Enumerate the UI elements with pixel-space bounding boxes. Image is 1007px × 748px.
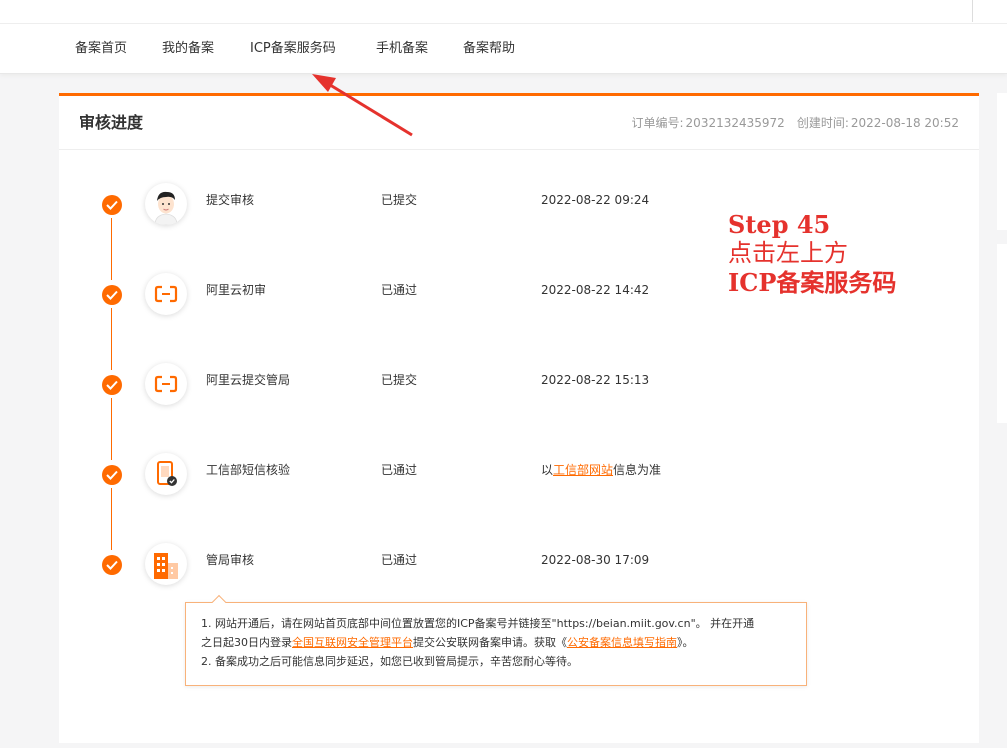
check-circle-icon — [102, 465, 122, 485]
timeline-step: 阿里云提交管局 已提交 2022-08-22 15:13 — [59, 359, 979, 409]
notice-line-3: 2. 备案成功之后可能信息同步延迟，如您已收到管局提示，辛苦您耐心等待。 — [201, 655, 578, 668]
step-time: 2022-08-22 14:42 — [541, 283, 650, 297]
notice-text: 之日起30日内登录 — [201, 636, 292, 649]
step-status: 已提交 — [381, 193, 418, 207]
side-panel — [997, 93, 1007, 423]
check-circle-icon — [102, 375, 122, 395]
progress-card-header: 审核进度 订单编号: 2032132435972 创建时间: 2022-08-18 2… — [59, 96, 979, 150]
step-name: 管局审核 — [206, 553, 255, 567]
order-meta: 订单编号: 2032132435972 创建时间: 2022-08-18 20:52 — [630, 96, 960, 150]
timeline-step: 管局审核 已通过 2022-08-30 17:09 — [59, 539, 979, 589]
top-bar-divider — [972, 0, 973, 22]
check-circle-icon — [102, 555, 122, 575]
phone-check-icon — [145, 453, 187, 495]
top-bar — [0, 0, 1007, 24]
security-platform-link[interactable]: 全国互联网安全管理平台 — [292, 636, 413, 649]
miit-website-link[interactable]: 工信部网站 — [553, 463, 613, 477]
time-note-suffix: 信息为准 — [613, 463, 662, 477]
step-name: 阿里云初审 — [206, 283, 267, 297]
annotation-instruction: 点击左上方 — [728, 239, 848, 267]
step-name: 提交审核 — [206, 193, 255, 207]
step-status: 已通过 — [381, 463, 418, 477]
page-title: 审核进度 — [79, 113, 144, 132]
nav-item-home[interactable]: 备案首页 — [75, 24, 127, 74]
annotation-step-number: Step 45 — [728, 210, 831, 239]
notice-line-2: 之日起30日内登录全国互联网安全管理平台提交公安联网备案申请。获取《公安备案信息… — [201, 633, 791, 652]
step-time: 2022-08-22 15:13 — [541, 373, 650, 387]
created-time-label: 创建时间: — [796, 116, 849, 130]
created-time: 2022-08-18 20:52 — [850, 116, 959, 130]
annotation-target: ICP备案服务码 — [728, 268, 897, 297]
step-status: 已通过 — [381, 283, 418, 297]
nav-item-icp-service-code[interactable]: ICP备案服务码 — [250, 24, 336, 74]
annotation-arrow-icon — [312, 74, 413, 137]
step-status: 已通过 — [381, 553, 418, 567]
step-status: 已提交 — [381, 373, 418, 387]
check-circle-icon — [102, 285, 122, 305]
notice-text: 》。 — [677, 636, 694, 649]
aliyun-logo-icon — [145, 363, 187, 405]
top-navigation: 备案首页 我的备案 ICP备案服务码 手机备案 备案帮助 — [0, 24, 1007, 74]
step-annotation: Step 45 点击左上方 ICP备案服务码 — [728, 210, 896, 297]
notice-line-1: 1. 网站开通后，请在网站首页底部中间位置放置您的ICP备案号并链接至"http… — [201, 617, 755, 630]
step-time: 2022-08-30 17:09 — [541, 553, 650, 567]
user-avatar-icon — [145, 183, 187, 225]
timeline-step: 工信部短信核验 已通过 以工信部网站信息为准 — [59, 449, 979, 499]
order-number-label: 订单编号: — [631, 116, 684, 130]
aliyun-logo-icon — [145, 273, 187, 315]
step-name: 阿里云提交管局 — [206, 373, 291, 387]
nav-item-mobile-filing[interactable]: 手机备案 — [376, 24, 428, 74]
notice-text: 提交公安联网备案申请。获取《 — [413, 636, 567, 649]
check-circle-icon — [102, 195, 122, 215]
nav-item-my-filings[interactable]: 我的备案 — [162, 24, 214, 74]
police-filing-guide-link[interactable]: 公安备案信息填写指南 — [567, 636, 677, 649]
building-icon — [145, 543, 187, 585]
nav-item-help[interactable]: 备案帮助 — [463, 24, 515, 74]
step-name: 工信部短信核验 — [206, 463, 291, 477]
step-time-note: 以工信部网站信息为准 — [541, 449, 661, 491]
time-note-prefix: 以 — [541, 463, 554, 477]
step-time: 2022-08-22 09:24 — [541, 193, 650, 207]
order-number: 2032132435972 — [685, 116, 785, 130]
notice-tooltip: 1. 网站开通后，请在网站首页底部中间位置放置您的ICP备案号并链接至"http… — [185, 594, 807, 686]
